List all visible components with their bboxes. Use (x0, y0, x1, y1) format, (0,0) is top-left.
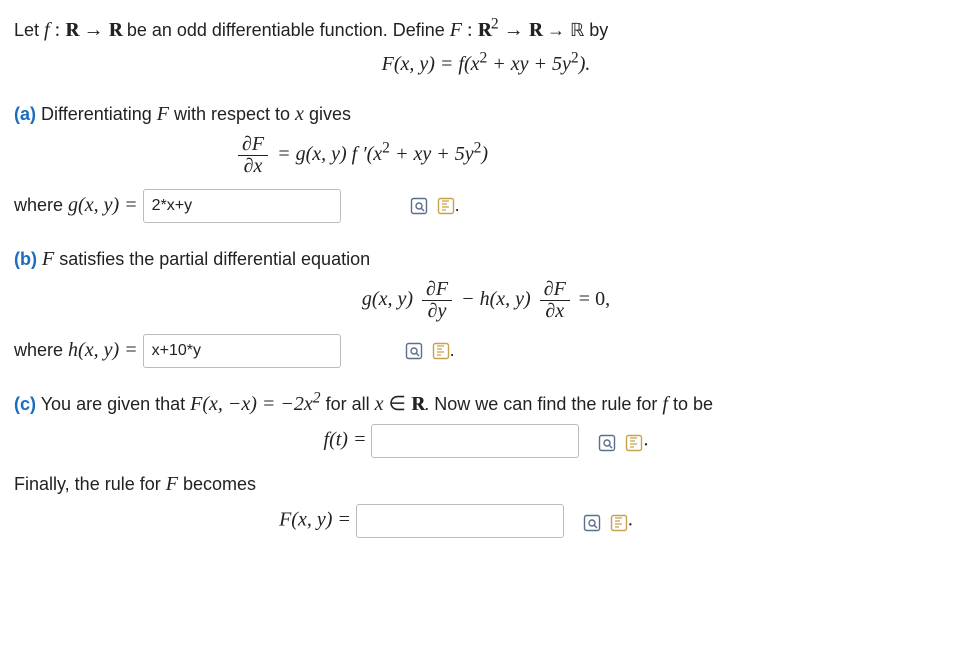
frac-dFdx-den: ∂x (238, 156, 268, 177)
part-a: (a) Differentiating F with respect to x … (14, 100, 958, 223)
eqF-sup2: 2 (571, 49, 579, 66)
part-b: (b) F satisfies the partial differential… (14, 245, 958, 368)
frac-dFdx: ∂F ∂x (238, 134, 268, 177)
ft-input[interactable] (371, 424, 579, 458)
preview-icon[interactable] (405, 342, 423, 360)
help-icon[interactable] (437, 197, 455, 215)
pde-minus-h: − h(x, y) (461, 288, 531, 310)
part-a-F: F (157, 103, 169, 125)
help-icon[interactable] (625, 432, 643, 450)
frac-dFdx-b-num: ∂F (540, 279, 570, 301)
pde-g: g(x, y) (362, 288, 413, 310)
Fxmx-base: F(x, −x) = −2x (190, 393, 313, 415)
eqF-lhs: F(x, y) = f(x (382, 53, 480, 75)
intro-text-2: be an odd differentiable function. Defin… (127, 20, 450, 40)
part-c-mid: for all (326, 394, 375, 414)
frac-dFdy-den: ∂y (422, 301, 452, 322)
hxy-label: h(x, y) = (68, 339, 143, 361)
preview-icon[interactable] (410, 197, 428, 215)
help-icon[interactable] (432, 342, 450, 360)
frac-dFdx-b: ∂F ∂x (540, 279, 570, 322)
equation-Fxy: F(x, y) = . (0, 504, 958, 538)
part-c-tail2: to be (668, 394, 713, 414)
gxy-input[interactable] (143, 189, 341, 223)
part-b-label: (b) (14, 249, 37, 269)
ft-lhs: f(t) = (324, 429, 372, 451)
finally-pre: Finally, the rule for (14, 474, 166, 494)
part-a-period: . (455, 195, 460, 215)
part-a-where: where (14, 195, 68, 215)
part-a-text-2: with respect to (174, 104, 295, 124)
part-a-label: (a) (14, 104, 36, 124)
part-c: (c) You are given that F(x, −x) = −2x2 f… (14, 390, 958, 538)
preview-icon[interactable] (598, 432, 616, 450)
hxy-input[interactable] (143, 334, 341, 368)
part-b-text: satisfies the partial differential equat… (59, 249, 370, 269)
f-declaration: f : R → R (44, 19, 127, 41)
part-b-F: F (42, 248, 54, 270)
Fxy-lhs: F(x, y) = (279, 509, 356, 531)
dFdx-sup1: 2 (382, 139, 390, 156)
Fxy-input[interactable] (356, 504, 564, 538)
Fxmx-sup: 2 (313, 389, 321, 406)
gxy-label: g(x, y) = (68, 194, 143, 216)
F-declaration: F : R2 → R (450, 19, 547, 41)
part-c-period2: . (628, 509, 633, 531)
pde-eq0: = 0, (579, 288, 610, 310)
finally-F: F (166, 473, 178, 495)
part-c-lead: You are given that (41, 394, 190, 414)
equation-F-definition: F(x, y) = f(x2 + xy + 5y2). (14, 50, 958, 78)
dFdx-rhs-3: ) (481, 143, 488, 165)
frac-dFdy: ∂F ∂y (422, 279, 452, 322)
finally-post: becomes (183, 474, 256, 494)
part-c-period1: . (643, 429, 648, 451)
part-a-text-1: Differentiating (41, 104, 157, 124)
part-a-text-3: gives (309, 104, 351, 124)
frac-dFdx-num: ∂F (238, 134, 268, 156)
part-c-label: (c) (14, 394, 36, 414)
Fxmx: F(x, −x) = −2x2 (190, 393, 325, 415)
frac-dFdy-num: ∂F (422, 279, 452, 301)
help-icon[interactable] (610, 512, 628, 530)
equation-ft: f(t) = . (14, 424, 958, 458)
part-b-where: where (14, 340, 68, 360)
intro-line: Let f : R → R be an odd differentiable f… (14, 16, 958, 44)
dFdx-rhs-2: + xy + 5y (390, 143, 474, 165)
eqF-mid: + xy + 5y (487, 53, 571, 75)
x-in-R: x ∈ R (375, 393, 425, 415)
part-c-tail1: . Now we can find the rule for (424, 394, 662, 414)
equation-pde: g(x, y) ∂F ∂y − h(x, y) ∂F ∂x = 0, (14, 279, 958, 322)
intro-text-1: Let (14, 20, 44, 40)
dFdx-rhs-1: = g(x, y) f ′(x (277, 143, 382, 165)
intro-text-3: → ℝ by (547, 20, 608, 40)
part-a-x: x (295, 103, 304, 125)
eqF-rhs: ). (579, 53, 591, 75)
preview-icon[interactable] (583, 512, 601, 530)
frac-dFdx-b-den: ∂x (540, 301, 570, 322)
equation-dFdx: ∂F ∂x = g(x, y) f ′(x2 + xy + 5y2) (234, 134, 958, 177)
part-b-period: . (450, 340, 455, 360)
